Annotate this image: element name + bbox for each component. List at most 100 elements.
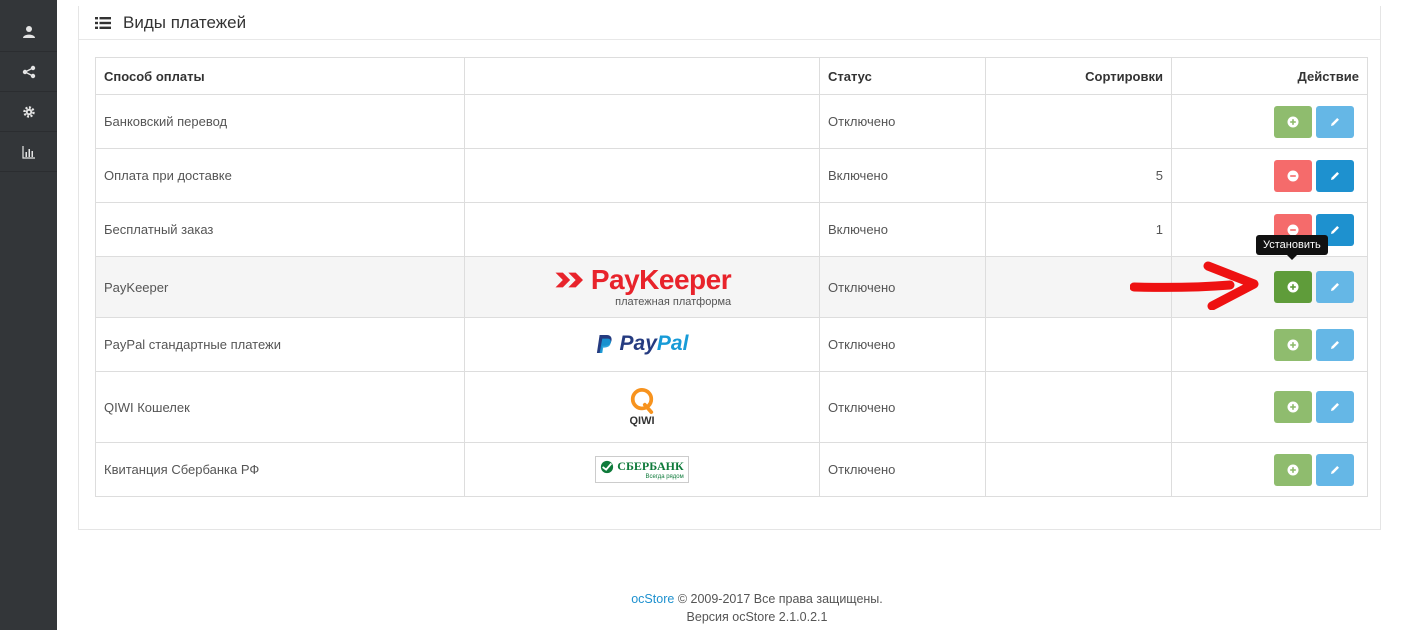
column-header-action: Действие	[1171, 57, 1368, 95]
table-row: Оплата при доставке Включено 5	[95, 148, 1368, 203]
paypal-logo-text-pay: Pay	[619, 331, 657, 355]
minus-circle-icon	[1287, 224, 1299, 235]
plus-circle-icon	[1287, 339, 1299, 350]
footer-copyright: © 2009-2017 Все права защищены.	[677, 592, 883, 606]
sberbank-logo: СБЕРБАНК Всегда рядом	[595, 456, 689, 483]
pencil-icon	[1331, 403, 1339, 411]
plus-circle-icon	[1287, 464, 1299, 475]
paykeeper-logo: PayKeeper платежная платформа	[553, 264, 732, 308]
qiwi-q-icon	[630, 387, 654, 414]
sberbank-emblem-icon	[601, 460, 614, 473]
payment-logo-cell	[464, 148, 820, 203]
payment-logo-cell: СБЕРБАНК Всегда рядом	[464, 442, 820, 497]
uninstall-button[interactable]	[1274, 159, 1312, 192]
payment-actions	[1171, 148, 1368, 203]
qiwi-logo: QIWI	[629, 387, 655, 427]
payment-status: Включено	[819, 202, 986, 257]
sberbank-logo-text: СБЕРБАНК	[617, 459, 684, 473]
column-header-method[interactable]: Способ оплаты	[95, 57, 465, 95]
payment-status: Отключено	[819, 94, 986, 149]
page-footer: ocStore © 2009-2017 Все права защищены. …	[457, 590, 1057, 626]
payment-actions	[1171, 371, 1368, 443]
edit-button[interactable]	[1316, 453, 1354, 486]
payment-sort	[985, 371, 1172, 443]
payment-name: PayPal стандартные платежи	[95, 317, 465, 372]
payment-status: Отключено	[819, 442, 986, 497]
plus-circle-icon	[1287, 116, 1299, 127]
left-sidebar	[0, 0, 57, 630]
table-row: Квитанция Сбербанка РФ СБЕРБАНК Всегда р…	[95, 442, 1368, 497]
edit-button[interactable]	[1316, 391, 1354, 423]
minus-circle-icon	[1287, 170, 1299, 181]
column-header-status[interactable]: Статус	[819, 57, 986, 95]
payment-name: QIWI Кошелек	[95, 371, 465, 443]
payment-name: Оплата при доставке	[95, 148, 465, 203]
pencil-icon	[1331, 117, 1339, 126]
payment-logo-cell	[464, 94, 820, 149]
payment-sort: 5	[985, 148, 1172, 203]
gear-icon	[22, 105, 35, 118]
payment-status: Включено	[819, 148, 986, 203]
qiwi-logo-text: QIWI	[629, 415, 655, 427]
paykeeper-logo-text: PayKeeper	[590, 264, 732, 295]
bar-chart-icon	[21, 145, 35, 159]
table-row: Банковский перевод Отключено	[95, 94, 1368, 149]
share-icon	[22, 65, 35, 78]
payment-name: Банковский перевод	[95, 94, 465, 149]
pencil-icon	[1331, 225, 1339, 234]
install-tooltip: Установить	[1256, 235, 1328, 260]
payment-status: Отключено	[819, 256, 986, 318]
sidebar-item-system[interactable]	[0, 92, 57, 132]
table-row: PayPal стандартные платежи Pay Pal Отключ…	[95, 317, 1368, 372]
table-header-row: Способ оплаты Статус Сортировки Действие	[95, 57, 1368, 95]
edit-button[interactable]	[1316, 328, 1354, 361]
red-arrow-annotation	[1130, 261, 1259, 310]
footer-version: Версия ocStore 2.1.0.2.1	[686, 610, 828, 624]
payment-name: PayKeeper	[95, 256, 465, 318]
payment-name: Квитанция Сбербанка РФ	[95, 442, 465, 497]
list-icon	[95, 16, 111, 29]
edit-button[interactable]	[1316, 159, 1354, 192]
sidebar-item-marketing[interactable]	[0, 52, 57, 92]
user-icon	[22, 25, 35, 38]
paypal-logo-text-pal: Pal	[656, 331, 689, 355]
footer-brand-link[interactable]: ocStore	[631, 592, 674, 606]
payment-actions	[1171, 442, 1368, 497]
payment-sort	[985, 94, 1172, 149]
pencil-icon	[1331, 340, 1339, 349]
paykeeper-chevrons-icon	[555, 272, 583, 288]
install-button[interactable]	[1274, 328, 1312, 361]
payment-actions	[1171, 94, 1368, 149]
payment-sort	[985, 442, 1172, 497]
sidebar-item-reports[interactable]	[0, 132, 57, 172]
edit-button[interactable]	[1316, 271, 1354, 303]
payment-actions	[1171, 317, 1368, 372]
panel-heading: Виды платежей	[79, 6, 1380, 40]
table-row: Бесплатный заказ Включено 1	[95, 202, 1368, 257]
sberbank-logo-subtitle: Всегда рядом	[645, 474, 684, 480]
pencil-icon	[1331, 283, 1339, 291]
payment-logo-cell: Pay Pal	[464, 317, 820, 372]
payment-status: Отключено	[819, 317, 986, 372]
payment-logo-cell: PayKeeper платежная платформа	[464, 256, 820, 318]
sidebar-item-customers[interactable]	[0, 12, 57, 52]
pencil-icon	[1331, 465, 1339, 474]
paypal-logo: Pay Pal	[596, 331, 689, 356]
payment-sort: 1	[985, 202, 1172, 257]
install-button[interactable]	[1274, 453, 1312, 486]
install-button[interactable]: Установить	[1256, 235, 1328, 303]
payment-logo-cell	[464, 202, 820, 257]
install-button[interactable]	[1274, 391, 1312, 423]
plus-circle-icon	[1287, 401, 1299, 413]
plus-circle-icon	[1287, 281, 1299, 293]
pencil-icon	[1331, 171, 1339, 180]
table-row: QIWI Кошелек QIWI Отключено	[95, 371, 1368, 443]
column-header-sort[interactable]: Сортировки	[985, 57, 1172, 95]
install-button[interactable]	[1274, 105, 1312, 138]
payment-status: Отключено	[819, 371, 986, 443]
payment-logo-cell: QIWI	[464, 371, 820, 443]
edit-button[interactable]	[1316, 105, 1354, 138]
column-header-logo	[464, 57, 820, 95]
paykeeper-logo-subtitle: платежная платформа	[615, 296, 732, 308]
panel-title: Виды платежей	[123, 12, 247, 32]
